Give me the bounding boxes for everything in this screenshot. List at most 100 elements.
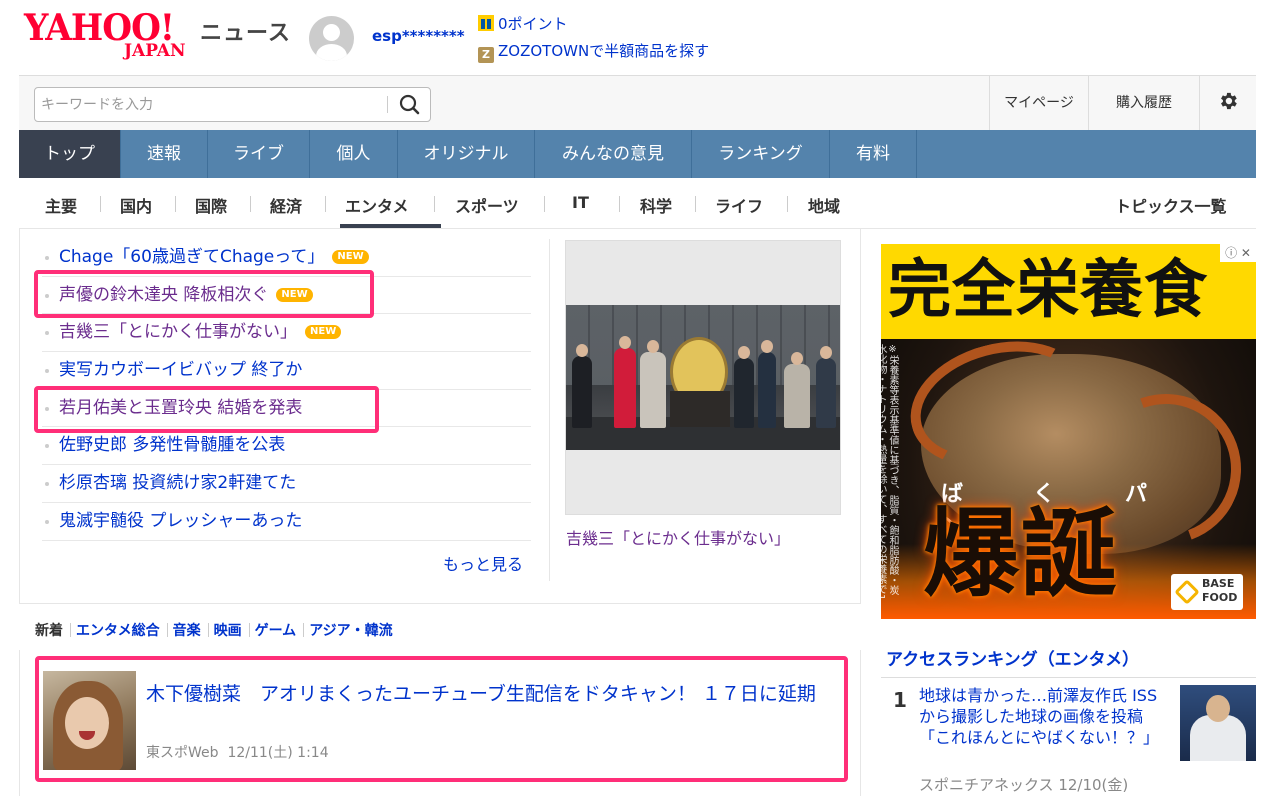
tpoint-link[interactable]: 0ポイント: [478, 13, 568, 34]
category-region[interactable]: 地域: [808, 193, 840, 217]
settings-button[interactable]: [1199, 76, 1256, 131]
topic-link[interactable]: 声優の鈴木達央 降板相次ぐ: [59, 285, 268, 305]
topic-item[interactable]: 佐野史郎 多発性骨髄腫を公表: [42, 427, 531, 466]
topic-item[interactable]: 声優の鈴木達央 降板相次ぐ NEW: [42, 277, 531, 315]
advertisement-banner[interactable]: 完全栄養食 ⓘ ✕ ※栄養素等表示基準値に基づき、脂質・飽和脂肪酸・炭水化物・ナ…: [881, 244, 1256, 619]
ad-big-text: 爆誕: [923, 498, 1119, 610]
article-title-link[interactable]: 木下優樹菜 アオリまくったユーチューブ生配信をドタキャン！ １７日に延期: [146, 681, 836, 707]
username-link[interactable]: esp********: [372, 27, 465, 45]
search-toolbar: マイページ 購入履歴: [19, 75, 1256, 131]
search-divider: [387, 96, 388, 113]
topic-item[interactable]: Chage「60歳過ぎてChageって」 NEW: [42, 239, 531, 277]
topic-photo[interactable]: [565, 240, 841, 515]
gear-icon: [1221, 92, 1237, 110]
category-sports[interactable]: スポーツ: [455, 193, 519, 217]
topic-link[interactable]: 佐野史郎 多発性骨髄腫を公表: [59, 435, 285, 455]
tab-asia-korea[interactable]: アジア・韓流: [309, 623, 392, 639]
ranking-title[interactable]: アクセスランキング（エンタメ）: [886, 645, 1139, 670]
more-topics-link[interactable]: もっと見る: [443, 551, 523, 575]
search-button[interactable]: [393, 91, 427, 118]
category-world[interactable]: 国際: [195, 193, 227, 217]
ranking-divider: [881, 677, 1256, 678]
category-divider: [544, 196, 545, 212]
avatar[interactable]: [309, 16, 354, 61]
article-source: 東スポWeb: [146, 745, 219, 761]
topic-item[interactable]: 若月佑美と玉置玲央 結婚を発表: [42, 390, 531, 428]
topics-list: Chage「60歳過ぎてChageって」 NEW 声優の鈴木達央 降板相次ぐ NEW…: [42, 239, 531, 541]
topic-item[interactable]: 実写カウボーイビバップ 終了か: [42, 352, 531, 390]
topic-item[interactable]: 鬼滅宇髄役 プレッシャーあった: [42, 503, 531, 541]
topic-link[interactable]: 実写カウボーイビバップ 終了か: [59, 360, 302, 380]
ad-info-close-icon[interactable]: ⓘ ✕: [1220, 244, 1256, 262]
tpoint-icon: [478, 15, 494, 31]
article-card[interactable]: 木下優樹菜 アオリまくったユーチューブ生配信をドタキャン！ １７日に延期 東スポ…: [19, 650, 861, 796]
photo-caption-link[interactable]: 吉幾三「とにかく仕事がない」: [566, 525, 790, 549]
yahoo-japan-logo[interactable]: YAHOO! JAPAN: [24, 10, 196, 60]
new-badge: NEW: [305, 325, 342, 340]
column-divider: [549, 239, 550, 581]
category-domestic[interactable]: 国内: [120, 193, 152, 217]
category-divider: [250, 196, 251, 212]
tab-latest[interactable]: 新着: [35, 623, 63, 639]
ad-headline: 完全栄養食: [888, 253, 1208, 326]
category-nav: 主要 国内 国際 経済 エンタメ スポーツ IT 科学 ライフ 地域 トピックス…: [19, 178, 1256, 228]
zozotown-label: ZOZOTOWNで半額商品を探す: [498, 42, 710, 60]
nav-top[interactable]: トップ: [19, 130, 121, 178]
nav-live[interactable]: ライブ: [208, 130, 310, 178]
news-category-tabs: 新着 エンタメ総合 音楽 映画 ゲーム アジア・韓流: [35, 620, 395, 640]
topic-link[interactable]: 吉幾三「とにかく仕事がない」: [59, 322, 297, 342]
tab-movies[interactable]: 映画: [214, 623, 242, 639]
topic-link[interactable]: 若月佑美と玉置玲央 結婚を発表: [59, 398, 302, 418]
nav-breaking[interactable]: 速報: [121, 130, 208, 178]
article-meta: 東スポWeb 12/11(土) 1:14: [146, 742, 329, 762]
mypage-link[interactable]: マイページ: [989, 76, 1088, 131]
article-thumbnail[interactable]: [43, 671, 136, 770]
nav-opinions[interactable]: みんなの意見: [535, 130, 692, 178]
nav-ranking[interactable]: ランキング: [692, 130, 830, 178]
tab-games[interactable]: ゲーム: [255, 623, 297, 639]
category-it[interactable]: IT: [572, 193, 589, 212]
ad-headline-band: 完全栄養食: [881, 244, 1256, 339]
nav-paid[interactable]: 有料: [830, 130, 917, 178]
category-divider: [325, 196, 326, 212]
category-main[interactable]: 主要: [45, 193, 77, 217]
category-divider: [100, 196, 101, 212]
category-economy[interactable]: 経済: [270, 193, 302, 217]
category-science[interactable]: 科学: [640, 193, 672, 217]
ranking-item-link[interactable]: 地球は青かった…前澤友作氏 ISSから撮影した地球の画像を投稿「これほんとにやば…: [919, 685, 1169, 748]
logo-sub-text: JAPAN: [124, 41, 186, 61]
search-input[interactable]: [41, 88, 385, 121]
topics-all-link[interactable]: トピックス一覧: [1115, 193, 1227, 217]
service-name[interactable]: ニュース: [200, 15, 291, 47]
nav-individual[interactable]: 個人: [310, 130, 398, 178]
tab-music[interactable]: 音楽: [173, 623, 201, 639]
ranking-item-meta: スポニチアネックス 12/10(金): [919, 776, 1129, 794]
category-divider: [787, 196, 788, 212]
ranking-thumbnail[interactable]: [1180, 685, 1256, 761]
brand-name: BASE FOOD: [1202, 577, 1238, 604]
article-date: 12/11(土) 1:14: [227, 745, 329, 761]
category-entertainment[interactable]: エンタメ: [345, 193, 409, 217]
topic-link[interactable]: 杉原杏璃 投資続け家2軒建てた: [59, 473, 296, 493]
search-box: [34, 87, 431, 122]
ad-disclaimer: ※栄養素等表示基準値に基づき、脂質・飽和脂肪酸・炭水化物・ナトリウム・熱量を除い…: [881, 344, 898, 600]
topic-photo-image: [566, 305, 840, 450]
nav-original[interactable]: オリジナル: [398, 130, 535, 178]
rank-number: 1: [893, 688, 907, 712]
topic-item[interactable]: 杉原杏璃 投資続け家2軒建てた: [42, 465, 531, 503]
base-food-logo: BASE FOOD: [1171, 574, 1243, 610]
tpoint-label: 0ポイント: [498, 15, 568, 33]
site-header: YAHOO! JAPAN ニュース esp******** 0ポイント Z ZOZ…: [0, 0, 1288, 76]
tab-entertainment-general[interactable]: エンタメ総合: [76, 623, 160, 639]
category-life[interactable]: ライフ: [715, 193, 763, 217]
purchase-history-link[interactable]: 購入履歴: [1088, 76, 1199, 131]
topic-link[interactable]: 鬼滅宇髄役 プレッシャーあった: [59, 511, 302, 531]
category-divider: [175, 196, 176, 212]
category-divider: [434, 196, 435, 212]
topic-link[interactable]: Chage「60歳過ぎてChageって」: [59, 247, 324, 267]
new-badge: NEW: [276, 287, 313, 302]
topic-item[interactable]: 吉幾三「とにかく仕事がない」 NEW: [42, 314, 531, 353]
main-nav: トップ 速報 ライブ 個人 オリジナル みんなの意見 ランキング 有料: [19, 130, 1256, 178]
zozotown-link[interactable]: Z ZOZOTOWNで半額商品を探す: [478, 40, 709, 63]
category-divider: [619, 196, 620, 212]
